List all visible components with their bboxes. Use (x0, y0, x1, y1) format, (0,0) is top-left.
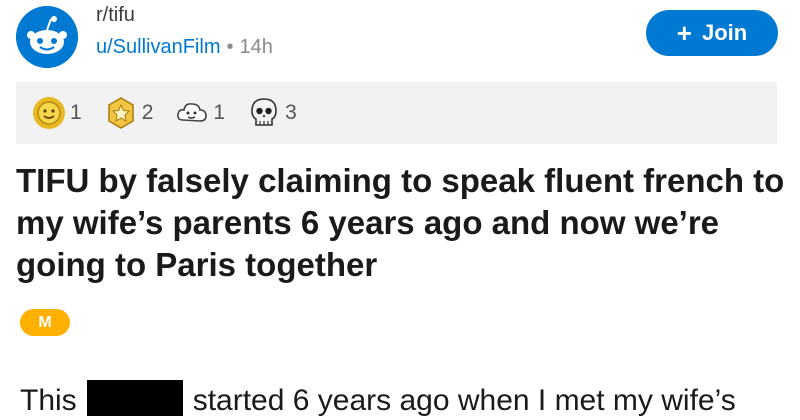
meta-separator: • (226, 36, 234, 58)
post-title[interactable]: TIFU by falsely claiming to speak fluent… (16, 160, 786, 286)
cloud-face-award-icon (175, 96, 209, 130)
award-sun-face[interactable]: 1 (32, 96, 82, 130)
plus-icon: + (676, 18, 692, 48)
skull-award-icon (247, 96, 281, 130)
join-button[interactable]: + Join (646, 10, 778, 56)
post-flair-badge[interactable]: M (20, 309, 70, 336)
subreddit-avatar-icon[interactable] (16, 6, 78, 68)
award-count: 1 (213, 101, 226, 124)
award-cloud-face[interactable]: 1 (175, 96, 225, 130)
body-text-rest: started 6 years ago when I met my wife’s (192, 384, 736, 417)
post-body-text: This started 6 years ago when I met my wi… (20, 380, 736, 418)
award-count: 3 (285, 101, 297, 124)
post-meta: u/SullivanFilm • 14h (96, 36, 273, 59)
post-age: 14h (239, 36, 273, 58)
redaction-bar (86, 380, 183, 416)
awards-bar[interactable]: 1 2 1 3 (16, 82, 777, 144)
body-text-start: This (20, 384, 77, 417)
medal-award-icon (104, 96, 138, 130)
author-link[interactable]: u/SullivanFilm (96, 36, 220, 58)
subreddit-name[interactable]: r/tifu (96, 4, 135, 27)
post-header: r/tifu u/SullivanFilm • 14h + Join (0, 0, 800, 80)
sun-face-award-icon (32, 96, 66, 130)
join-label: Join (701, 20, 748, 45)
award-count: 2 (141, 101, 154, 124)
award-skull[interactable]: 3 (247, 96, 297, 130)
award-count: 1 (70, 101, 82, 124)
award-medal[interactable]: 2 (104, 96, 154, 130)
